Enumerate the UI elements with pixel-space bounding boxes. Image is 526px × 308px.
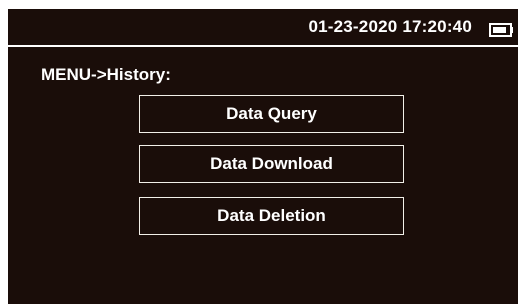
data-query-button[interactable]: Data Query: [139, 95, 404, 133]
breadcrumb: MENU->History:: [41, 65, 171, 84]
data-download-button[interactable]: Data Download: [139, 145, 404, 183]
status-divider: [8, 45, 518, 47]
status-bar: 01-23-2020 17:20:40: [8, 9, 518, 45]
data-deletion-button[interactable]: Data Deletion: [139, 197, 404, 235]
battery-tip: [510, 27, 513, 33]
datetime-display: 01-23-2020 17:20:40: [308, 17, 472, 36]
battery-level-fill: [493, 27, 506, 33]
battery-icon: [489, 23, 512, 37]
device-screen: 01-23-2020 17:20:40 MENU->History: Data …: [8, 9, 518, 304]
